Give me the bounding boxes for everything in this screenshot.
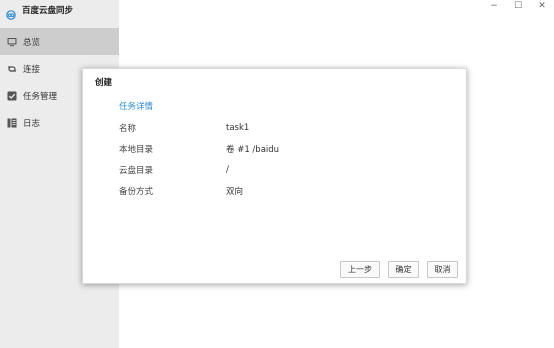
sidebar-item-label: 总览 bbox=[23, 37, 41, 48]
sidebar-item-label: 任务管理 bbox=[23, 91, 58, 102]
detail-row-cloud-dir: 云盘目录 / bbox=[119, 163, 419, 177]
sidebar-item-label: 日志 bbox=[23, 118, 41, 129]
cloud-logo-icon bbox=[6, 5, 16, 20]
section-title: 任务详情 bbox=[119, 102, 154, 112]
detail-value: task1 bbox=[226, 123, 250, 133]
confirm-button[interactable]: 确定 bbox=[388, 261, 419, 278]
maximize-button[interactable]: ☐ bbox=[506, 0, 530, 12]
detail-label: 本地目录 bbox=[119, 145, 154, 155]
detail-label: 备份方式 bbox=[119, 187, 154, 197]
detail-value: 卷 #1 /baidu bbox=[226, 145, 280, 155]
app-title: 百度云盘同步 bbox=[22, 6, 74, 16]
detail-value: 双向 bbox=[226, 187, 244, 197]
app-window: 百度云盘同步 总览 连接 任务管理 日志 − ☐ ✕ 创建 任务详情 名称 ta… bbox=[0, 0, 554, 348]
monitor-icon bbox=[7, 37, 17, 47]
link-icon bbox=[7, 64, 17, 74]
window-controls: − ☐ ✕ bbox=[482, 0, 554, 14]
detail-label: 云盘目录 bbox=[119, 166, 154, 176]
cancel-button[interactable]: 取消 bbox=[427, 261, 458, 278]
sidebar-header: 百度云盘同步 bbox=[0, 0, 119, 20]
detail-row-backup-mode: 备份方式 双向 bbox=[119, 184, 419, 198]
detail-row-local-dir: 本地目录 卷 #1 /baidu bbox=[119, 142, 419, 156]
create-task-dialog: 创建 任务详情 名称 task1 本地目录 卷 #1 /baidu 云盘目录 /… bbox=[82, 68, 467, 284]
close-button[interactable]: ✕ bbox=[530, 0, 554, 12]
sidebar-item-overview[interactable]: 总览 bbox=[0, 28, 119, 55]
book-icon bbox=[7, 118, 17, 128]
detail-value: / bbox=[226, 165, 229, 175]
checkbox-icon bbox=[7, 91, 17, 101]
detail-row-name: 名称 task1 bbox=[119, 121, 419, 135]
minimize-button[interactable]: − bbox=[482, 0, 506, 12]
dialog-title: 创建 bbox=[95, 78, 113, 88]
sidebar-item-label: 连接 bbox=[23, 64, 41, 75]
prev-step-button[interactable]: 上一步 bbox=[340, 261, 380, 278]
detail-label: 名称 bbox=[119, 124, 137, 134]
